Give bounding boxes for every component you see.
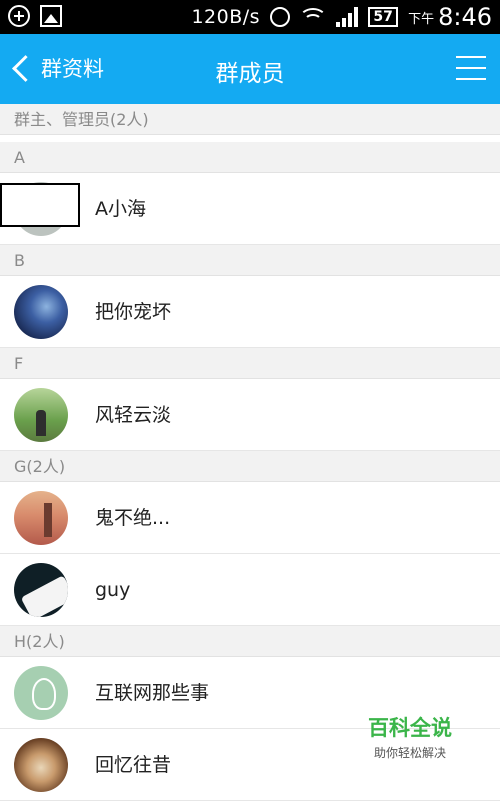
ampm-label: 下午 [408, 11, 435, 27]
section-g: G(2人) [0, 451, 500, 482]
watermark-subtitle: 助你轻松解决 [373, 746, 446, 760]
alarm-icon [270, 7, 291, 27]
member-name: 回忆往昔 [95, 754, 172, 776]
clock-time: 8:46 [438, 3, 492, 31]
notification-icons [8, 5, 62, 27]
avatar [14, 491, 68, 545]
member-row[interactable]: guy [0, 554, 500, 626]
battery-icon: 57 [368, 7, 399, 27]
avatar [14, 738, 68, 792]
member-row[interactable]: 风轻云淡 [0, 379, 500, 451]
signal-icon [336, 7, 359, 27]
member-name: 风轻云淡 [95, 404, 172, 426]
redaction-box [0, 183, 80, 227]
member-name: 互联网那些事 [95, 682, 210, 704]
menu-button[interactable] [456, 56, 486, 80]
member-list: 群主、管理员(2人) A A小海 B 把你宠坏 F 风轻云淡 G(2人) 鬼不绝… [0, 104, 500, 801]
status-bar: 120B/s 57 下午 8:46 [0, 0, 500, 34]
section-a: A [0, 142, 500, 173]
member-name: 把你宠坏 [95, 301, 172, 323]
app-header: 群资料 群成员 [0, 34, 500, 104]
avatar [14, 285, 68, 339]
system-indicators: 120B/s 57 下午 8:46 [191, 3, 492, 31]
section-h: H(2人) [0, 626, 500, 657]
member-name: 鬼不绝... [95, 507, 171, 529]
member-row[interactable]: 鬼不绝... [0, 482, 500, 554]
section-b: B [0, 245, 500, 276]
avatar [14, 388, 68, 442]
watermark-title: 百科全说 [368, 716, 452, 740]
plus-circle-icon [8, 5, 30, 27]
avatar [14, 666, 68, 720]
member-row[interactable]: A小海 [0, 173, 500, 245]
section-f: F [0, 348, 500, 379]
member-row[interactable]: 把你宠坏 [0, 276, 500, 348]
page-title: 群成员 [215, 61, 285, 87]
member-name: A小海 [95, 198, 146, 220]
section-admins: 群主、管理员(2人) [0, 104, 500, 135]
avatar [14, 563, 68, 617]
member-name: guy [95, 579, 131, 601]
image-icon [40, 5, 62, 27]
network-speed: 120B/s [191, 6, 261, 28]
wifi-icon [299, 8, 328, 26]
watermark: 百科全说 助你轻松解决 [355, 712, 465, 762]
